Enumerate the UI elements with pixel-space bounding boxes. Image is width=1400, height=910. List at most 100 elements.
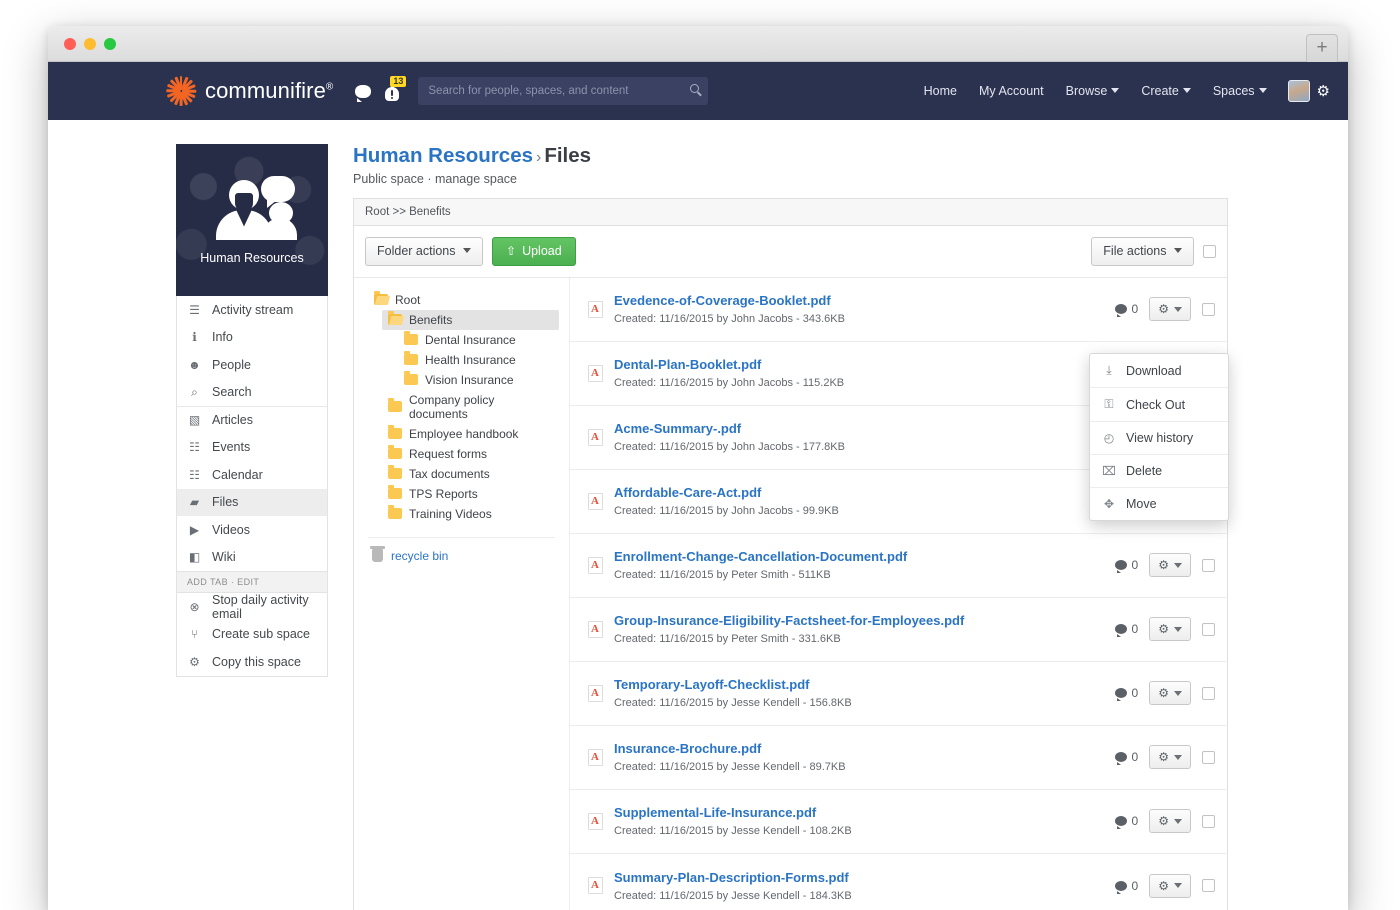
settings-gear-icon[interactable]: ⚙ [1317,84,1330,99]
menu-item-move[interactable]: ✥ Move [1090,488,1228,520]
tree-node-request-forms[interactable]: Request forms [382,444,559,464]
search-icon[interactable] [690,84,700,93]
tree-node-training-videos[interactable]: Training Videos [382,504,559,524]
add-tab-edit-row[interactable]: ADD TAB · EDIT [177,571,327,593]
nav-create[interactable]: Create [1130,84,1202,98]
file-gear-menu-button[interactable]: ⚙ [1149,745,1191,769]
notifications-icon[interactable]: 13 [384,75,407,101]
tree-node-dental-insurance[interactable]: Dental Insurance [398,330,559,350]
file-details: Created: 11/16/2015 by Jesse Kendell - 1… [614,889,852,902]
file-gear-menu-button[interactable]: ⚙ [1149,873,1191,898]
file-name-link[interactable]: Group-Insurance-Eligibility-Factsheet-fo… [614,613,1115,628]
maximize-window-button[interactable] [104,38,116,50]
file-row[interactable]: Evedence-of-Coverage-Booklet.pdf Created:… [570,278,1227,342]
space-action-create-sub-space[interactable]: ⑂ Create sub space [177,621,327,649]
comment-count[interactable]: 0 [1114,686,1138,701]
file-name-link[interactable]: Summary-Plan-Description-Forms.pdf [614,870,1115,885]
file-context-menu[interactable]: ⤓ Download ⚿ Check Out ◴ View history ⌧ Delete ✥… [1089,353,1229,521]
file-gear-menu-button[interactable]: ⚙ [1149,297,1191,321]
file-select-checkbox[interactable] [1202,750,1215,764]
comment-count[interactable]: 0 [1114,814,1138,829]
file-select-checkbox[interactable] [1202,302,1215,316]
file-row[interactable]: Temporary-Layoff-Checklist.pdf Created: 1… [570,662,1227,726]
new-tab-button[interactable]: + [1306,34,1338,62]
close-window-button[interactable] [64,38,76,50]
file-details: Created: 11/16/2015 by John Jacobs - 343… [614,313,845,325]
file-gear-menu-button[interactable]: ⚙ [1149,681,1191,705]
sidebar-item-articles[interactable]: ▧ Articles [177,406,327,434]
file-name-link[interactable]: Acme-Summary-.pdf [614,421,1115,436]
window-controls[interactable] [64,38,116,50]
file-name-link[interactable]: Insurance-Brochure.pdf [614,741,1115,756]
nav-my-account[interactable]: My Account [968,84,1055,98]
menu-item-view-history[interactable]: ◴ View history [1090,422,1228,455]
tree-node-employee-handbook[interactable]: Employee handbook [382,424,559,444]
file-select-checkbox[interactable] [1202,814,1215,828]
comment-count[interactable]: 0 [1114,622,1138,637]
file-gear-menu-button[interactable]: ⚙ [1149,553,1191,577]
file-select-checkbox[interactable] [1202,686,1215,700]
comment-count[interactable]: 0 [1114,558,1138,573]
sidebar-item-search[interactable]: ⌕ Search [177,379,327,407]
sidebar-item-info[interactable]: ℹ Info [177,324,327,352]
page-title-space[interactable]: Human Resources [353,144,533,167]
sidebar-item-files[interactable]: ▰ Files [177,488,327,516]
file-row[interactable]: Insurance-Brochure.pdf Created: 11/16/201… [570,726,1227,790]
tree-node-vision-insurance[interactable]: Vision Insurance [398,370,559,390]
nav-spaces[interactable]: Spaces [1202,84,1278,98]
file-name-link[interactable]: Enrollment-Change-Cancellation-Document.… [614,549,1115,564]
upload-button[interactable]: ⇧ Upload [492,237,576,266]
tree-node-benefits[interactable]: Benefits [382,309,559,330]
file-row[interactable]: Group-Insurance-Eligibility-Factsheet-fo… [570,598,1227,662]
tree-node-health-insurance[interactable]: Health Insurance [398,350,559,370]
menu-item-check-out[interactable]: ⚿ Check Out [1090,388,1228,422]
page-subtitle[interactable]: Public space · manage space [353,172,1228,186]
clock-icon: ◴ [1103,431,1115,445]
file-name-link[interactable]: Temporary-Layoff-Checklist.pdf [614,677,1115,692]
sidebar-item-people[interactable]: ☻ People [177,351,327,379]
file-name-link[interactable]: Supplemental-Life-Insurance.pdf [614,805,1115,820]
file-select-checkbox[interactable] [1202,879,1215,892]
comment-count[interactable]: 0 [1114,750,1138,765]
brand-logo[interactable]: communifire® [165,76,333,106]
comment-count[interactable]: 0 [1114,879,1138,894]
file-name-link[interactable]: Affordable-Care-Act.pdf [614,485,1115,500]
tree-node-company-policy-documents[interactable]: Company policy documents [382,390,559,424]
menu-item-download[interactable]: ⤓ Download [1090,354,1228,388]
chevron-down-icon [1174,248,1182,253]
file-row[interactable]: Enrollment-Change-Cancellation-Document.… [570,534,1227,598]
file-gear-menu-button[interactable]: ⚙ [1149,617,1191,641]
space-avatar-card[interactable]: Human Resources [176,144,328,296]
file-name-link[interactable]: Dental-Plan-Booklet.pdf [614,357,1115,372]
file-row[interactable]: Supplemental-Life-Insurance.pdf Created: … [570,790,1227,854]
global-search[interactable] [418,77,709,105]
select-all-checkbox[interactable] [1203,244,1216,258]
nav-home[interactable]: Home [913,84,968,98]
file-name-link[interactable]: Evedence-of-Coverage-Booklet.pdf [614,293,1115,308]
recycle-bin-link[interactable]: recycle bin [368,546,559,563]
comment-count[interactable]: 0 [1114,302,1138,317]
sidebar-item-wiki[interactable]: ◧ Wiki [177,544,327,572]
file-row[interactable]: Summary-Plan-Description-Forms.pdf Create… [570,854,1227,910]
sidebar-item-calendar[interactable]: ☷ Calendar [177,461,327,489]
chat-icon[interactable] [355,84,372,102]
file-actions-button[interactable]: File actions [1091,237,1194,266]
minimize-window-button[interactable] [84,38,96,50]
tree-node-root[interactable]: Root [368,290,559,310]
tree-node-tps-reports[interactable]: TPS Reports [382,484,559,504]
sidebar-item-events[interactable]: ☷ Events [177,434,327,462]
menu-item-delete[interactable]: ⌧ Delete [1090,455,1228,488]
space-action-copy-this-space[interactable]: ⚙ Copy this space [177,648,327,676]
sidebar-item-activity-stream[interactable]: ☰ Activity stream [177,296,327,324]
user-avatar[interactable] [1287,80,1310,102]
file-select-checkbox[interactable] [1202,622,1215,636]
file-select-checkbox[interactable] [1202,558,1215,572]
space-action-stop-daily-activity-email[interactable]: ⊗ Stop daily activity email [177,593,327,621]
sidebar-item-videos[interactable]: ▶ Videos [177,516,327,544]
search-input[interactable] [418,85,709,97]
file-gear-menu-button[interactable]: ⚙ [1149,809,1191,833]
tree-node-tax-documents[interactable]: Tax documents [382,464,559,484]
folder-actions-button[interactable]: Folder actions [365,237,483,266]
chevron-down-icon [1174,883,1182,888]
nav-browse[interactable]: Browse [1055,84,1131,98]
